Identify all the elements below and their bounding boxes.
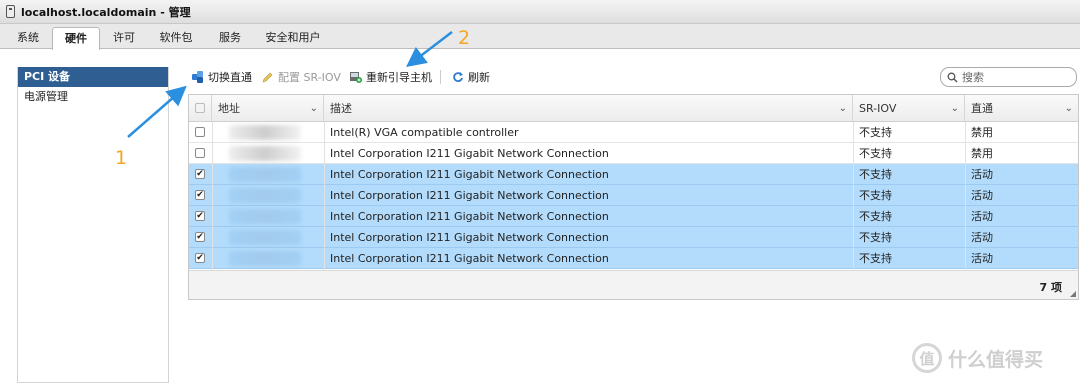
address-redacted [229, 251, 301, 266]
annotation-label-2: 2 [458, 27, 471, 49]
passthrough-cell: 活动 [971, 168, 993, 181]
passthrough-cell: 活动 [971, 231, 993, 244]
tab-services[interactable]: 服务 [210, 29, 250, 49]
sriov-cell: 不支持 [859, 147, 892, 160]
sidebar: PCI 设备 电源管理 [17, 67, 169, 383]
column-divider [324, 122, 325, 270]
column-header-passthrough[interactable]: 直通 ⌄ [965, 95, 1078, 122]
row-checkbox[interactable]: ✔ [195, 211, 205, 221]
reboot-host-button[interactable]: 重新引导主机 [350, 69, 432, 85]
row-checkbox[interactable]: ✔ [195, 190, 205, 200]
description-cell: Intel Corporation I211 Gigabit Network C… [330, 231, 609, 244]
resize-grip-icon[interactable] [1070, 291, 1076, 297]
address-redacted [229, 209, 301, 224]
column-divider [212, 122, 213, 270]
chevron-down-icon[interactable]: ⌄ [951, 95, 959, 122]
chevron-down-icon[interactable]: ⌄ [1065, 95, 1073, 122]
toggle-passthrough-button[interactable]: 切换直通 [192, 69, 252, 85]
table-row[interactable]: ✔ Intel Corporation I211 Gigabit Network … [189, 248, 1078, 269]
toggle-passthrough-label: 切换直通 [208, 71, 252, 84]
column-header-description[interactable]: 描述 ⌄ [324, 95, 853, 122]
watermark-logo-icon: 值 [912, 343, 942, 373]
pencil-icon [262, 72, 273, 83]
configure-sriov-label: 配置 SR-IOV [278, 71, 341, 84]
table-row[interactable]: Intel(R) VGA compatible controller 不支持 禁用 [189, 122, 1078, 143]
configure-sriov-button[interactable]: 配置 SR-IOV [262, 69, 341, 85]
table-row[interactable]: ✔ Intel Corporation I211 Gigabit Network … [189, 227, 1078, 248]
search-placeholder: 搜索 [962, 71, 984, 84]
row-checkbox[interactable]: ✔ [195, 232, 205, 242]
search-icon [947, 72, 958, 83]
table-footer: 7 项 [189, 270, 1078, 299]
tab-license[interactable]: 许可 [106, 29, 142, 49]
refresh-label: 刷新 [468, 71, 490, 84]
table-row[interactable]: Intel Corporation I211 Gigabit Network C… [189, 143, 1078, 164]
column-header-address[interactable]: 地址 ⌄ [212, 95, 324, 122]
address-redacted [229, 230, 301, 245]
reboot-icon [350, 72, 362, 83]
passthrough-cell: 活动 [971, 189, 993, 202]
table-header: 地址 ⌄ 描述 ⌄ SR-IOV ⌄ 直通 ⌄ [189, 95, 1078, 122]
row-checkbox[interactable] [195, 127, 205, 137]
select-all-checkbox[interactable] [195, 103, 205, 113]
select-all-cell [189, 95, 212, 122]
toolbar-divider [440, 70, 441, 84]
address-redacted [229, 125, 301, 140]
table-row[interactable]: ✔ Intel Corporation I211 Gigabit Network … [189, 206, 1078, 227]
reboot-host-label: 重新引导主机 [366, 71, 432, 84]
sidebar-item-pci-devices[interactable]: PCI 设备 [18, 67, 168, 87]
watermark: 值 什么值得买 [912, 340, 1072, 376]
refresh-button[interactable]: 刷新 [452, 69, 490, 85]
tab-system[interactable]: 系统 [8, 29, 48, 49]
sidebar-item-power-management[interactable]: 电源管理 [18, 87, 168, 107]
tab-security-users[interactable]: 安全和用户 [258, 29, 328, 49]
address-redacted [229, 167, 301, 182]
sriov-cell: 不支持 [859, 189, 892, 202]
description-cell: Intel Corporation I211 Gigabit Network C… [330, 147, 609, 160]
chevron-down-icon[interactable]: ⌄ [839, 95, 847, 122]
description-cell: Intel Corporation I211 Gigabit Network C… [330, 210, 609, 223]
tab-hardware[interactable]: 硬件 [52, 27, 100, 50]
tab-bar: 系统 硬件 许可 软件包 服务 安全和用户 [0, 24, 1080, 50]
table-row[interactable]: ✔ Intel Corporation I211 Gigabit Network … [189, 164, 1078, 185]
description-cell: Intel(R) VGA compatible controller [330, 126, 519, 139]
item-count: 7 项 [1039, 281, 1062, 294]
passthrough-cell: 禁用 [971, 147, 993, 160]
description-cell: Intel Corporation I211 Gigabit Network C… [330, 189, 609, 202]
host-icon [6, 5, 15, 18]
passthrough-cell: 活动 [971, 210, 993, 223]
description-cell: Intel Corporation I211 Gigabit Network C… [330, 168, 609, 181]
window-title: localhost.localdomain - 管理 [21, 5, 191, 19]
row-checkbox[interactable] [195, 148, 205, 158]
chevron-down-icon[interactable]: ⌄ [310, 95, 318, 122]
table-row[interactable]: ✔ Intel Corporation I211 Gigabit Network … [189, 185, 1078, 206]
watermark-text: 什么值得买 [948, 348, 1044, 371]
row-checkbox[interactable]: ✔ [195, 169, 205, 179]
sriov-cell: 不支持 [859, 231, 892, 244]
passthrough-icon [192, 71, 203, 83]
column-header-sriov[interactable]: SR-IOV ⌄ [853, 95, 965, 122]
sriov-cell: 不支持 [859, 252, 892, 265]
annotation-label-1: 1 [115, 147, 128, 169]
description-cell: Intel Corporation I211 Gigabit Network C… [330, 252, 609, 265]
column-divider [853, 122, 854, 270]
sriov-cell: 不支持 [859, 210, 892, 223]
row-checkbox[interactable]: ✔ [195, 253, 205, 263]
tab-packages[interactable]: 软件包 [152, 29, 200, 49]
window-titlebar: localhost.localdomain - 管理 [0, 0, 1080, 24]
column-divider [965, 122, 966, 270]
toolbar: 切换直通 配置 SR-IOV 重新引导主机 刷新 搜索 [190, 65, 1080, 89]
address-redacted [229, 188, 301, 203]
address-redacted [229, 146, 301, 161]
passthrough-cell: 禁用 [971, 126, 993, 139]
refresh-icon [453, 72, 463, 82]
sriov-cell: 不支持 [859, 168, 892, 181]
search-input[interactable]: 搜索 [940, 67, 1077, 87]
pci-device-table: 地址 ⌄ 描述 ⌄ SR-IOV ⌄ 直通 ⌄ Intel(R) VGA com… [188, 94, 1079, 300]
sriov-cell: 不支持 [859, 126, 892, 139]
passthrough-cell: 活动 [971, 252, 993, 265]
